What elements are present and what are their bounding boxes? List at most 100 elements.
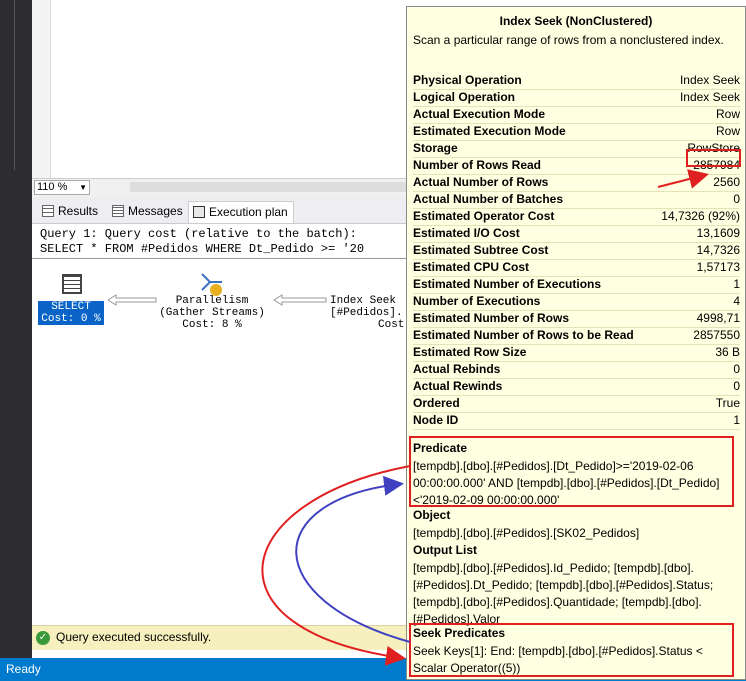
property-value: 4998,71 [696, 311, 740, 325]
seek-predicates-line: Seek Keys[1]: End: [tempdb].[dbo].[#Pedi… [413, 644, 703, 658]
predicate-line: <'2019-02-09 00:00:00.000' [413, 493, 560, 507]
property-value: 1 [733, 413, 740, 427]
predicate-line: [tempdb].[dbo].[#Pedidos].[Dt_Pedido]>='… [413, 459, 694, 473]
property-row: Estimated Execution Mode Row [413, 123, 740, 141]
property-key: Estimated Execution Mode [413, 124, 566, 138]
property-key: Estimated Number of Rows to be Read [413, 328, 634, 342]
property-key: Estimated Row Size [413, 345, 527, 359]
property-row: Estimated CPU Cost 1,57173 [413, 259, 740, 277]
parallelism-node[interactable]: Parallelism (Gather Streams) Cost: 8 % [152, 295, 272, 331]
tab-execution-plan-label: Execution plan [209, 205, 288, 219]
property-row: Actual Rebinds 0 [413, 361, 740, 379]
predicate-text: [tempdb].[dbo].[#Pedidos].[Dt_Pedido]>='… [413, 458, 739, 509]
property-value: Index Seek [679, 90, 740, 104]
left-tool-strip [0, 0, 32, 660]
seek-predicates-line: Scalar Operator((5)) [413, 661, 521, 675]
property-key: Estimated Subtree Cost [413, 243, 549, 257]
property-value: 0 [733, 362, 740, 376]
seek-predicates-text: Seek Keys[1]: End: [tempdb].[dbo].[#Pedi… [413, 643, 739, 677]
results-tabs: Results Messages Execution plan [32, 197, 412, 224]
property-value: 0 [733, 192, 740, 206]
property-key: Logical Operation [413, 90, 516, 104]
parallelism-cost: Cost: 8 % [182, 319, 242, 331]
select-node[interactable]: SELECT Cost: 0 % [38, 301, 104, 325]
property-key: Estimated Number of Rows [413, 311, 570, 325]
query-header: Query 1: Query cost (relative to the bat… [40, 227, 357, 241]
property-key: Estimated Operator Cost [413, 209, 555, 223]
chevron-down-icon: ▼ [79, 183, 87, 192]
property-value: Row [715, 107, 740, 121]
operator-tooltip: Index Seek (NonClustered) Scan a particu… [406, 6, 746, 680]
rows-read-highlight [686, 149, 741, 167]
output-list-text: [tempdb].[dbo].[#Pedidos].Id_Pedido; [te… [413, 560, 739, 628]
property-row: Logical Operation Index Seek [413, 89, 740, 107]
output-list-line: [tempdb].[dbo].[#Pedidos].Quantidade; [t… [413, 595, 702, 609]
property-row: Estimated Number of Rows 4998,71 [413, 310, 740, 328]
execution-plan-icon [193, 206, 205, 218]
editor-gutter [32, 0, 51, 178]
property-value: Index Seek [679, 73, 740, 87]
seek-predicates-heading: Seek Predicates [413, 626, 506, 640]
property-key: Actual Number of Rows [413, 175, 549, 189]
property-key: Estimated I/O Cost [413, 226, 520, 240]
property-row: Actual Number of Batches 0 [413, 191, 740, 209]
property-key: Actual Rewinds [413, 379, 503, 393]
property-value: 36 B [715, 345, 740, 359]
output-list-line: [tempdb].[dbo].[#Pedidos].Id_Pedido; [te… [413, 561, 694, 575]
messages-icon [112, 205, 124, 217]
property-value: 1 [733, 277, 740, 291]
object-line: [tempdb].[dbo].[#Pedidos].[SK02_Pedidos] [413, 526, 640, 540]
property-row: Estimated Row Size 36 B [413, 344, 740, 362]
tab-results-label: Results [58, 204, 99, 218]
object-text: [tempdb].[dbo].[#Pedidos].[SK02_Pedidos] [413, 525, 739, 542]
tooltip-title: Index Seek (NonClustered) [499, 14, 653, 28]
property-value: 2857550 [693, 328, 740, 342]
property-value: 2560 [713, 175, 740, 189]
property-row: Estimated I/O Cost 13,1609 [413, 225, 740, 243]
property-key: Actual Execution Mode [413, 107, 546, 121]
property-row: Estimated Number of Executions 1 [413, 276, 740, 294]
tab-execution-plan[interactable]: Execution plan [188, 201, 294, 223]
status-message: Query executed successfully. [56, 630, 212, 644]
property-key: Storage [413, 141, 458, 155]
grid-icon [42, 205, 54, 217]
parallelism-sub: (Gather Streams) [159, 307, 265, 319]
tab-messages-label: Messages [128, 204, 183, 218]
tab-results[interactable]: Results [38, 201, 108, 221]
property-row: Number of Executions 4 [413, 293, 740, 311]
parallelism-name: Parallelism [175, 295, 249, 307]
tooltip-description: Scan a particular range of rows from a n… [413, 33, 724, 47]
property-value: 13,1609 [696, 226, 740, 240]
query-editor[interactable] [32, 0, 406, 178]
select-node-icon [62, 274, 82, 294]
property-value: 1,57173 [696, 260, 740, 274]
property-value: 0 [733, 379, 740, 393]
select-node-cost: Cost: 0 % [41, 313, 101, 325]
select-node-name: SELECT [51, 301, 91, 313]
property-row: Estimated Subtree Cost 14,7326 [413, 242, 740, 260]
horizontal-scrollbar[interactable] [130, 182, 410, 192]
query-text: SELECT * FROM #Pedidos WHERE Dt_Pedido >… [40, 242, 365, 256]
property-value: 14,7326 (92%) [661, 209, 740, 223]
property-value: Row [715, 124, 740, 138]
property-value: True [715, 396, 740, 410]
property-key: Ordered [413, 396, 460, 410]
output-list-heading: Output List [413, 543, 477, 557]
output-list-line: [#Pedidos].Dt_Pedido; [tempdb].[dbo].[#P… [413, 578, 714, 592]
property-row: Node ID 1 [413, 412, 740, 430]
plan-arrow [273, 294, 328, 309]
tab-messages[interactable]: Messages [108, 201, 188, 221]
property-value: 14,7326 [696, 243, 740, 257]
property-key: Number of Executions [413, 294, 541, 308]
property-row: Estimated Number of Rows to be Read 28575… [413, 327, 740, 345]
zoom-select[interactable]: 110 % ▼ [34, 180, 90, 195]
object-heading: Object [413, 508, 451, 522]
property-key: Physical Operation [413, 73, 522, 87]
property-key: Node ID [413, 413, 459, 427]
zoom-value: 110 % [37, 181, 68, 193]
property-key: Estimated Number of Executions [413, 277, 602, 291]
predicate-line: 00:00:00.000' AND [tempdb].[dbo].[#Pedid… [413, 476, 720, 490]
predicate-heading: Predicate [413, 441, 468, 455]
property-row: Actual Number of Rows 2560 [413, 174, 740, 192]
property-row: Physical Operation Index Seek [413, 72, 740, 90]
